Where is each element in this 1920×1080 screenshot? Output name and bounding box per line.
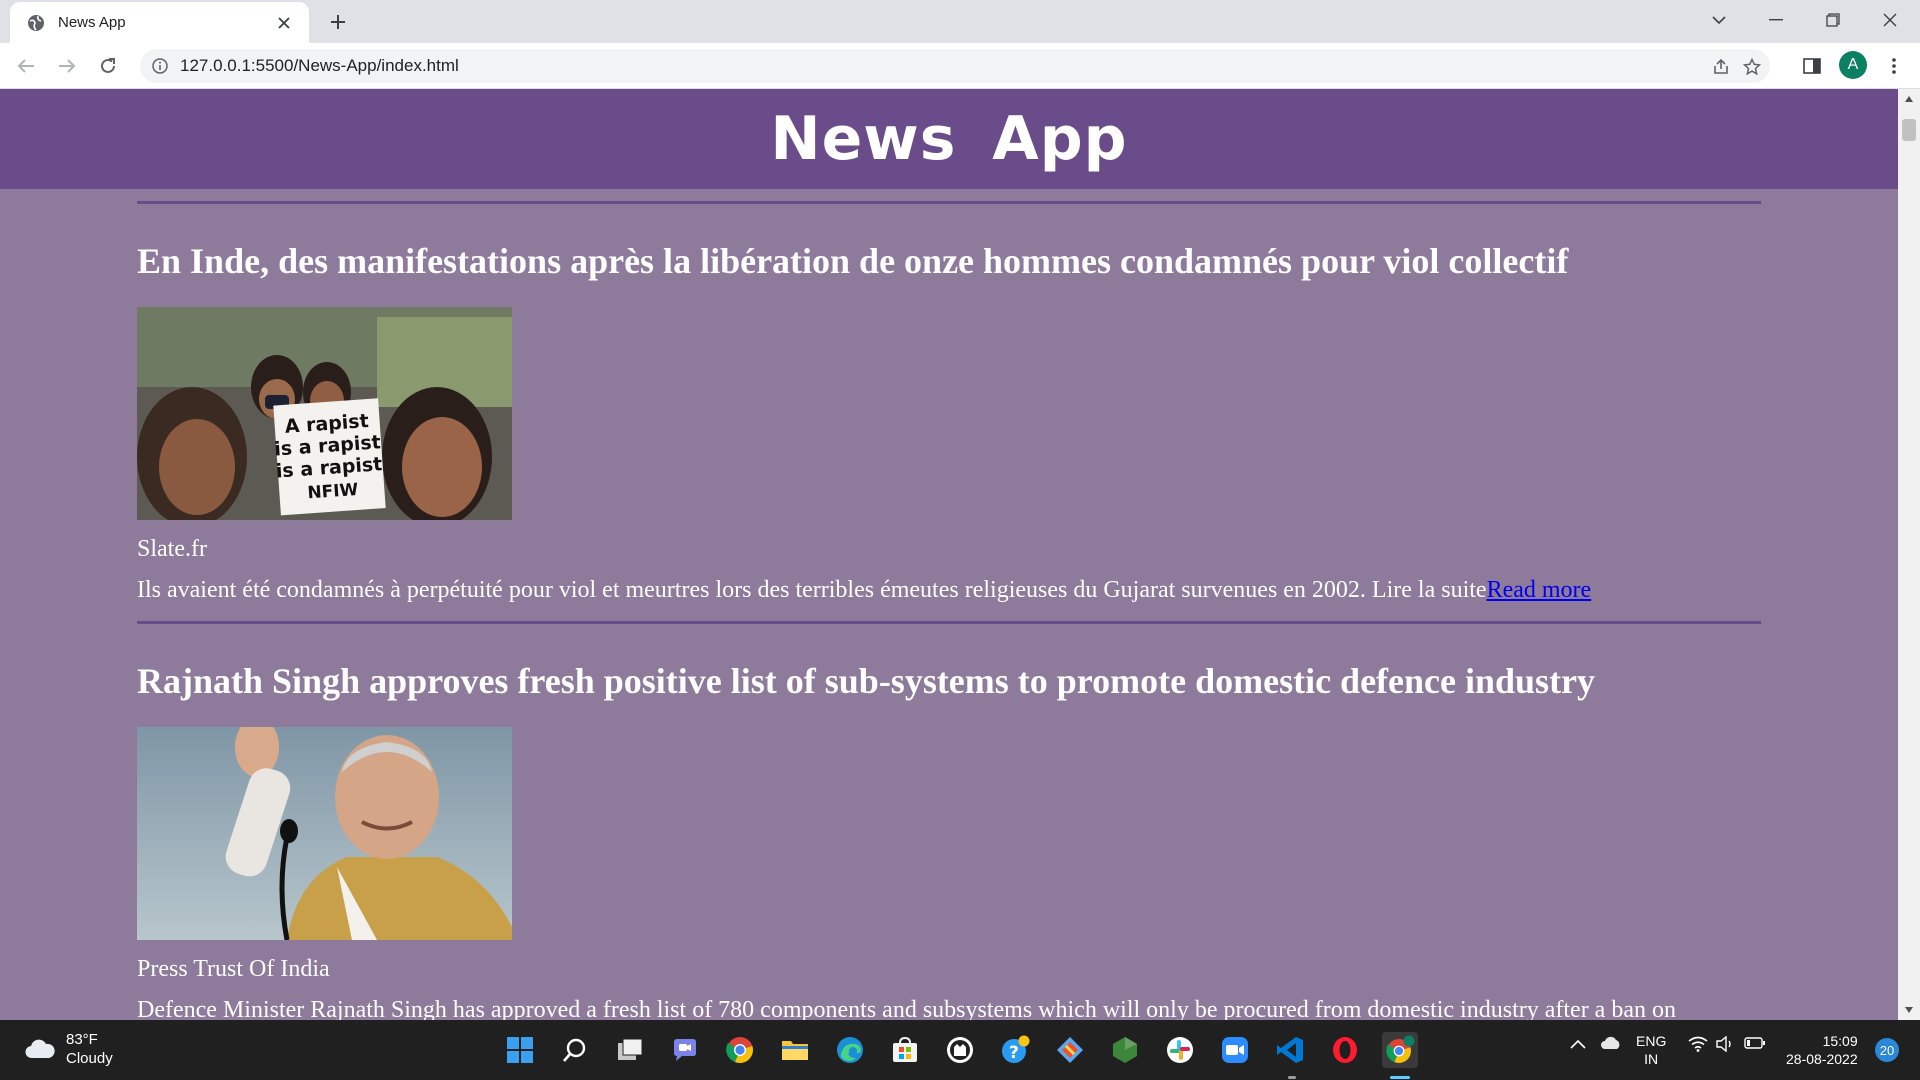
browser-tab-bar: News App xyxy=(0,0,1920,43)
volume-icon[interactable] xyxy=(1716,1035,1736,1055)
tab-search-icon[interactable] xyxy=(1703,6,1735,34)
back-icon[interactable] xyxy=(12,52,40,80)
article-description: Ils avaient été condamnés à perpétuité p… xyxy=(137,575,1761,605)
side-panel-icon[interactable] xyxy=(1798,52,1826,80)
forward-icon[interactable] xyxy=(53,52,81,80)
article-description-text: Ils avaient été condamnés à perpétuité p… xyxy=(137,577,1487,603)
clock-time: 15:09 xyxy=(1822,1033,1858,1049)
article-image: A rapist is a rapist is a rapist NFIW xyxy=(137,307,512,520)
article-image xyxy=(137,727,512,940)
nodejs-icon[interactable] xyxy=(1107,1032,1143,1068)
tab-title: News App xyxy=(58,14,126,31)
article-source: Press Trust Of India xyxy=(137,956,330,982)
weather-description: Cloudy xyxy=(66,1050,113,1067)
address-bar[interactable]: 127.0.0.1:5500/News-App/index.html xyxy=(140,49,1770,83)
system-clock[interactable]: 15:09 28-08-2022 xyxy=(1786,1032,1858,1068)
windows-taskbar: 83°F Cloudy ? ENG IN 15:09 28-08-2022 20 xyxy=(0,1020,1920,1080)
opera-icon[interactable] xyxy=(1327,1032,1363,1068)
page-scrollbar[interactable] xyxy=(1898,89,1920,1020)
article-title: Rajnath Singh approves fresh positive li… xyxy=(137,661,1596,701)
file-explorer-icon[interactable] xyxy=(777,1032,813,1068)
article-description-text: Defence Minister Rajnath Singh has appro… xyxy=(137,997,1676,1020)
search-icon[interactable] xyxy=(557,1032,593,1068)
teams-chat-icon[interactable] xyxy=(667,1032,703,1068)
svg-text:?: ? xyxy=(1009,1043,1019,1063)
region-code: IN xyxy=(1644,1051,1659,1067)
notification-badge[interactable]: 20 xyxy=(1875,1038,1899,1062)
scroll-down-icon[interactable] xyxy=(1898,1000,1920,1020)
store-icon[interactable] xyxy=(887,1032,923,1068)
zoom-icon[interactable] xyxy=(1217,1032,1253,1068)
kebab-menu-icon[interactable] xyxy=(1880,52,1908,80)
task-view-icon[interactable] xyxy=(612,1032,648,1068)
read-more-link[interactable]: Read more xyxy=(1487,577,1592,603)
help-icon[interactable]: ? xyxy=(997,1032,1033,1068)
news-article: En Inde, des manifestations après la lib… xyxy=(137,204,1761,605)
cloud-icon xyxy=(25,1039,55,1059)
battery-icon[interactable] xyxy=(1744,1036,1766,1053)
profile-avatar[interactable]: A xyxy=(1839,51,1867,79)
share-icon[interactable] xyxy=(1712,58,1730,76)
wifi-icon[interactable] xyxy=(1688,1036,1708,1055)
scroll-up-icon[interactable] xyxy=(1898,89,1920,109)
article-list: En Inde, des manifestations après la lib… xyxy=(0,201,1898,1020)
github-icon[interactable] xyxy=(942,1032,978,1068)
bookmark-star-icon[interactable] xyxy=(1743,58,1761,76)
browser-toolbar: 127.0.0.1:5500/News-App/index.html xyxy=(0,43,1920,89)
browser-tab[interactable]: News App xyxy=(10,2,309,43)
info-icon[interactable] xyxy=(152,58,168,74)
page-header: News App xyxy=(0,89,1898,189)
page-title: News App xyxy=(770,104,1128,174)
article-title: En Inde, des manifestations après la lib… xyxy=(137,241,1569,281)
clock-date: 28-08-2022 xyxy=(1786,1051,1858,1067)
chrome-icon[interactable] xyxy=(722,1032,758,1068)
weather-widget[interactable]: 83°F Cloudy xyxy=(24,1030,113,1068)
article-source: Slate.fr xyxy=(137,536,207,562)
language-indicator[interactable]: ENG IN xyxy=(1636,1032,1666,1068)
running-app-indicator xyxy=(1288,1076,1296,1079)
url-text: 127.0.0.1:5500/News-App/index.html xyxy=(180,56,459,75)
svg-text:NFIW: NFIW xyxy=(307,480,359,504)
new-tab-button[interactable] xyxy=(324,8,352,36)
onedrive-cloud-icon[interactable] xyxy=(1600,1036,1622,1053)
slack-icon[interactable] xyxy=(1162,1032,1198,1068)
chevron-up-icon[interactable] xyxy=(1570,1036,1586,1052)
git-icon[interactable] xyxy=(1052,1032,1088,1068)
article-description: Defence Minister Rajnath Singh has appro… xyxy=(137,995,1761,1020)
language-code: ENG xyxy=(1636,1033,1667,1049)
weather-temperature: 83°F xyxy=(66,1031,98,1048)
restore-icon[interactable] xyxy=(1817,6,1849,34)
vscode-icon[interactable] xyxy=(1272,1032,1308,1068)
edge-icon[interactable] xyxy=(832,1032,868,1068)
page-viewport: News App En Inde, des manifestations apr… xyxy=(0,89,1898,1020)
news-article: Rajnath Singh approves fresh positive li… xyxy=(137,624,1761,1020)
chrome-profile-icon[interactable] xyxy=(1382,1032,1418,1068)
reload-icon[interactable] xyxy=(94,52,122,80)
active-app-indicator xyxy=(1390,1076,1410,1079)
scroll-thumb[interactable] xyxy=(1902,119,1916,141)
close-window-icon[interactable] xyxy=(1874,6,1906,34)
windows-start-icon[interactable] xyxy=(502,1032,538,1068)
close-tab-icon[interactable] xyxy=(273,12,295,34)
minimize-icon[interactable] xyxy=(1760,6,1792,34)
globe-icon xyxy=(28,14,44,31)
